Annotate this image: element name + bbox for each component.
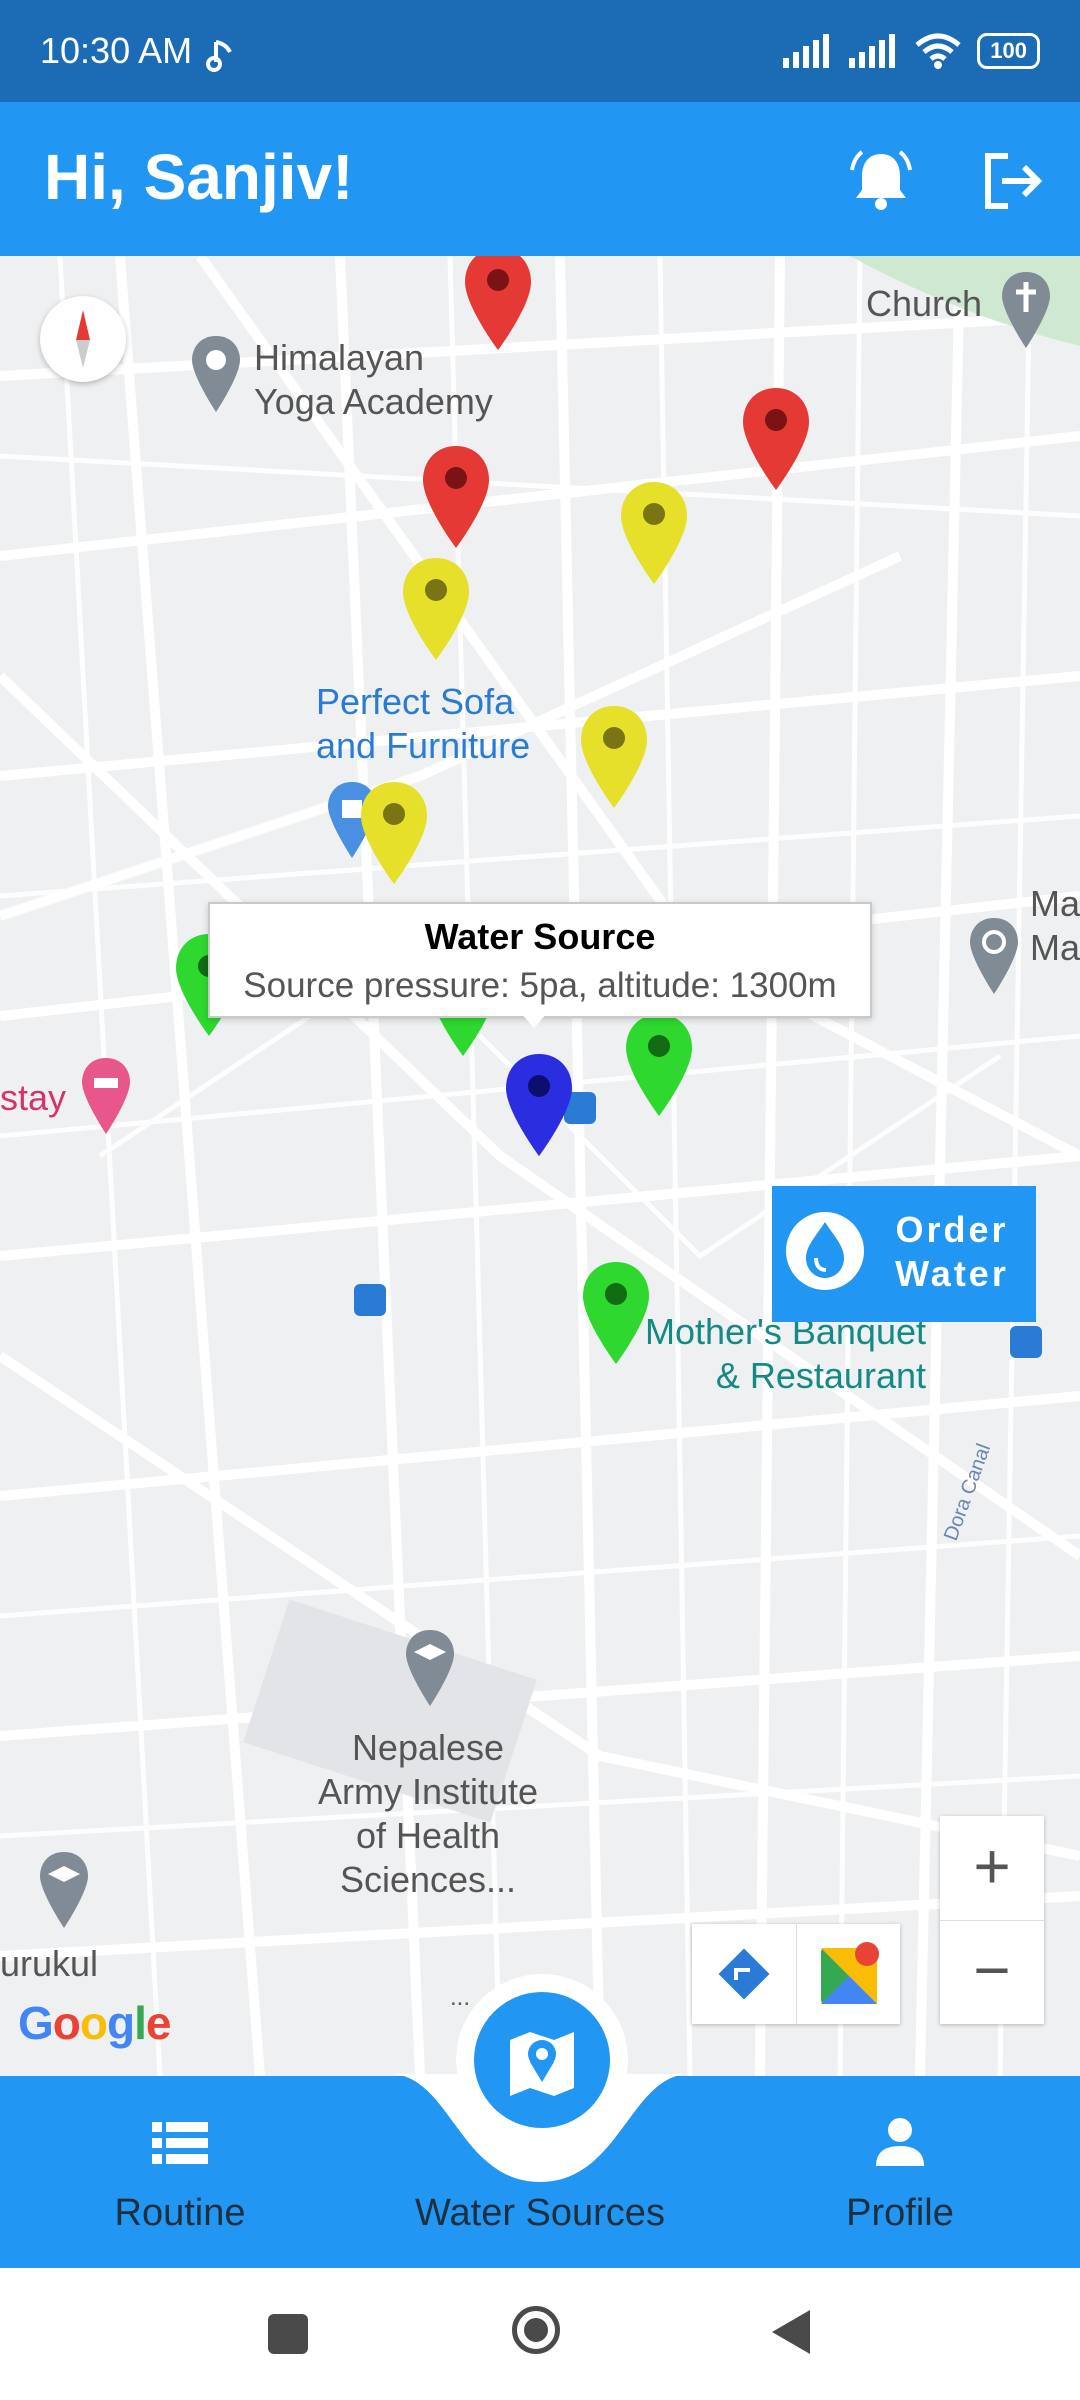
poi-label: urukul [0,1943,99,1984]
nav-item-water-sources[interactable]: Water Sources [380,2186,700,2266]
battery-indicator: 100 [977,33,1040,69]
home-button-dot [524,2318,548,2342]
bus-stop-icon [354,1284,386,1316]
bus-stop-icon [1010,1326,1042,1358]
poi-label: ... [450,1984,471,2011]
nav-item-routine[interactable]: Routine [80,2076,280,2266]
nav-label-profile: Profile [846,2192,954,2234]
school-pin-icon [40,1852,88,1928]
nav-item-profile[interactable]: Profile [800,2076,1000,2266]
poi-label: Nepalese Army Institute of Health Scienc… [317,1727,539,1900]
list-icon [152,2122,208,2164]
google-logo: Google [18,1997,171,2049]
directions-button[interactable] [692,1924,796,2024]
signal-icon [783,34,830,68]
order-water-label: Order Water [895,1209,1009,1294]
place-pin-icon [192,336,240,412]
google-maps-icon [821,1942,879,2004]
poi-label: Himalayan Yoga Academy [254,337,493,422]
water-source-marker-green[interactable] [624,1012,694,1118]
water-source-marker-yellow[interactable] [401,556,471,662]
zoom-in-button[interactable]: + [940,1816,1044,1921]
water-source-marker-yellow[interactable] [579,704,649,810]
compass-button[interactable] [40,296,126,382]
nav-label-routine: Routine [114,2192,246,2234]
zoom-out-button[interactable]: − [940,1920,1044,2024]
notification-bell-icon[interactable] [846,146,916,216]
directions-icon [718,1948,770,2000]
hotel-pin-icon [82,1058,130,1134]
status-icons: 100 [783,28,1040,74]
logout-icon[interactable] [980,148,1046,214]
zoom-controls: + − [940,1816,1044,2024]
info-window-title: Water Source [424,916,656,957]
marker-info-window[interactable]: Water Source Source pressure: 5pa, altit… [208,902,872,1018]
water-sources-fab[interactable] [474,1992,610,2128]
person-icon [876,2118,924,2166]
water-source-marker-red[interactable] [463,256,533,352]
info-window-pointer [520,1012,548,1028]
water-drop-glyph [806,1222,844,1278]
temple-pin-icon [970,918,1018,994]
status-time: 10:30 AM [40,30,193,71]
poi-label: stay [0,1077,67,1118]
signal-icon-2 [849,34,896,68]
system-navigation-bar [0,2268,1080,2400]
home-button[interactable] [512,2306,560,2354]
map-toolbar [692,1924,900,2024]
nav-label-water-sources: Water Sources [415,2192,665,2234]
recents-button[interactable] [268,2314,308,2354]
water-source-marker-red[interactable] [421,444,491,550]
poi-label: Church [866,283,983,324]
open-in-maps-button[interactable] [796,1924,901,2024]
poi-label: Mother's Banquet & Restaurant [644,1311,926,1396]
water-source-marker-green[interactable] [581,1260,651,1366]
info-window-subtitle: Source pressure: 5pa, altitude: 1300m [243,966,837,1005]
water-source-marker-yellow[interactable] [359,780,429,886]
compass-icon [76,310,90,368]
app-header: Hi, Sanjiv! [0,102,1080,256]
poi-label: Ma Ma [1030,883,1080,968]
status-bar: 10:30 AM 100 [0,0,1080,102]
water-source-marker-red[interactable] [741,386,811,492]
water-source-marker-yellow[interactable] [619,480,689,586]
map-view[interactable]: Himalayan Yoga Academy Church Perfect So… [0,256,1080,2076]
school-pin-icon [406,1630,454,1706]
poi-label: Perfect Sofa and Furniture [316,681,531,766]
greeting-title: Hi, Sanjiv! [44,141,354,213]
water-drop-icon [786,1212,864,1290]
water-source-marker-selected[interactable] [504,1052,574,1158]
order-water-button[interactable]: Order Water [772,1186,1036,1322]
back-button[interactable] [768,2308,814,2356]
music-note-icon [206,40,232,72]
map-icon [510,2032,574,2096]
wifi-icon [915,33,961,69]
church-icon [1002,272,1050,348]
